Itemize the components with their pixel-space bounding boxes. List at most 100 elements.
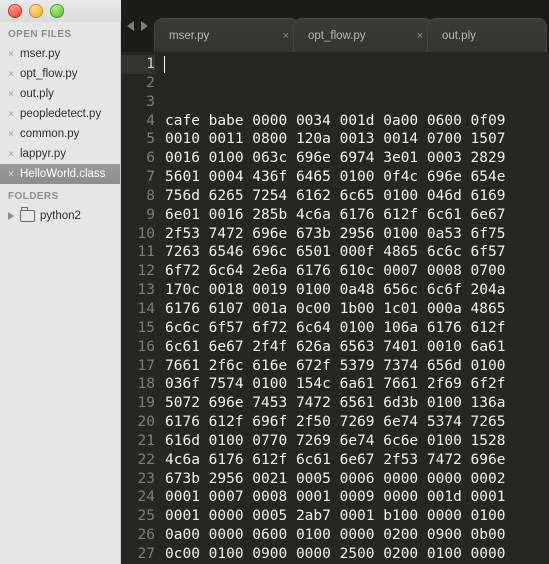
text-caret — [164, 56, 165, 73]
line-number: 6 — [146, 150, 155, 167]
code-line: 0001 0000 0005 2ab7 0001 b100 0000 0100 — [165, 508, 506, 525]
line-number: 24 — [137, 489, 155, 506]
close-icon[interactable]: × — [8, 69, 20, 80]
line-number: 22 — [137, 451, 155, 468]
line-number: 12 — [137, 263, 155, 280]
code-line: 6c6c 6f57 6f72 6c64 0100 106a 6176 612f — [165, 319, 506, 336]
tab-bar: mser.py × opt_flow.py × out.ply — [121, 0, 549, 52]
line-number: 5 — [146, 131, 155, 148]
close-icon[interactable]: × — [417, 30, 423, 42]
line-number: 13 — [137, 282, 155, 299]
code-line: 0001 0007 0008 0001 0009 0000 001d 0001 — [165, 489, 506, 506]
close-icon[interactable]: × — [8, 49, 20, 60]
code-line: 4c6a 6176 612f 6c61 6e67 2f53 7472 696e — [165, 451, 506, 468]
folder-icon — [20, 207, 35, 222]
sidebar: OPEN FILES × mser.py × opt_flow.py × out… — [0, 22, 121, 564]
code-line: 2f53 7472 696e 673b 2956 0100 0a53 6f75 — [165, 225, 506, 242]
line-number: 15 — [137, 319, 155, 336]
sidebar-item-label: common.py — [20, 128, 80, 140]
tab-list: mser.py × opt_flow.py × out.ply — [154, 0, 549, 52]
code-line: 5072 696e 7453 7472 6561 6d3b 0100 136a — [165, 395, 506, 412]
sidebar-item-label: lappyr.py — [20, 148, 67, 160]
code-line: 7263 6546 696c 6501 000f 4865 6c6c 6f57 — [165, 244, 506, 261]
close-icon[interactable]: × — [8, 149, 20, 160]
line-number: 25 — [137, 508, 155, 525]
tab-nav-arrows — [121, 0, 154, 52]
code-line: 616d 0100 0770 7269 6e74 6c6e 0100 1528 — [165, 432, 506, 449]
editor-panel: mser.py × opt_flow.py × out.ply 12345678… — [121, 0, 549, 564]
chevron-right-icon[interactable] — [8, 212, 14, 220]
maximize-window-icon[interactable] — [50, 4, 64, 18]
line-number: 8 — [146, 187, 155, 204]
sidebar-item-label: peopledetect.py — [20, 108, 102, 120]
tab-opt-flow-py[interactable]: opt_flow.py × — [293, 18, 433, 52]
arrow-right-icon[interactable] — [141, 21, 148, 31]
line-number: 9 — [146, 206, 155, 223]
code-line: 036f 7574 0100 154c 6a61 7661 2f69 6f2f — [165, 376, 506, 393]
code-line: cafe babe 0000 0034 001d 0a00 0600 0f09 — [165, 112, 506, 129]
close-icon[interactable]: × — [283, 30, 289, 42]
code-line: 6e01 0016 285b 4c6a 6176 612f 6c61 6e67 — [165, 206, 506, 223]
folder-item-python2[interactable]: python2 — [0, 206, 120, 226]
line-number: 11 — [137, 244, 155, 261]
folder-item-label: python2 — [40, 210, 81, 222]
line-number: 26 — [137, 527, 155, 544]
code-line: 0a00 0000 0600 0100 0000 0200 0900 0b00 — [165, 527, 506, 544]
code-line: 7661 2f6c 616e 672f 5379 7374 656d 0100 — [165, 357, 506, 374]
sidebar-item-label: mser.py — [20, 48, 61, 60]
sidebar-item-label: out.ply — [20, 88, 54, 100]
code-line: 5601 0004 436f 6465 0100 0f4c 696e 654e — [165, 169, 506, 186]
arrow-left-icon[interactable] — [127, 21, 134, 31]
line-number: 3 — [146, 93, 155, 110]
line-number: 14 — [137, 300, 155, 317]
code-area[interactable]: 1 2 3 4 5 6 7 8 9 10 11 12 13 14 15 16 17 18 19 20 21 22 23 24 2… — [121, 52, 549, 564]
titlebar — [0, 0, 121, 22]
line-number: 23 — [137, 470, 155, 487]
close-window-icon[interactable] — [8, 4, 22, 18]
close-icon[interactable]: × — [8, 129, 20, 140]
sidebar-item-peopledetect-py[interactable]: × peopledetect.py — [0, 104, 120, 124]
tab-out-ply[interactable]: out.ply — [427, 18, 547, 52]
line-number: 18 — [137, 376, 155, 393]
sidebar-item-lappyr-py[interactable]: × lappyr.py — [0, 144, 120, 164]
sidebar-item-common-py[interactable]: × common.py — [0, 124, 120, 144]
sidebar-item-label: opt_flow.py — [20, 68, 78, 80]
code-line: 0010 0011 0800 120a 0013 0014 0700 1507 — [165, 131, 506, 148]
line-number: 7 — [146, 169, 155, 186]
sidebar-item-opt-flow-py[interactable]: × opt_flow.py — [0, 64, 120, 84]
sidebar-item-out-ply[interactable]: × out.ply — [0, 84, 120, 104]
line-number: 17 — [137, 357, 155, 374]
tab-label: opt_flow.py — [308, 29, 366, 42]
line-number: 21 — [137, 432, 155, 449]
code-line: 6f72 6c64 2e6a 6176 610c 0007 0008 0700 — [165, 263, 506, 280]
sidebar-item-label: HelloWorld.class — [20, 168, 106, 180]
line-number: 16 — [137, 338, 155, 355]
line-number: 4 — [146, 112, 155, 129]
code-line: 6176 612f 696f 2f50 7269 6e74 5374 7265 — [165, 414, 506, 431]
line-number-gutter: 1 2 3 4 5 6 7 8 9 10 11 12 13 14 15 16 17 18 19 20 21 22 23 24 2… — [121, 52, 162, 564]
close-icon[interactable]: × — [8, 109, 20, 120]
code-line: 756d 6265 7254 6162 6c65 0100 046d 6169 — [165, 187, 506, 204]
line-number: 2 — [146, 74, 155, 91]
code-line: 0c00 0100 0900 0000 2500 0200 0100 0000 — [165, 545, 506, 562]
code-line: 0016 0100 063c 696e 6974 3e01 0003 2829 — [165, 150, 506, 167]
folders-header: FOLDERS — [8, 191, 59, 202]
close-icon[interactable]: × — [8, 169, 20, 180]
tab-label: mser.py — [169, 29, 210, 42]
line-number: 19 — [137, 395, 155, 412]
close-icon[interactable]: × — [8, 89, 20, 100]
line-number: 10 — [137, 225, 155, 242]
code-line: 170c 0018 0019 0100 0a48 656c 6c6f 204a — [165, 282, 506, 299]
tab-mser-py[interactable]: mser.py × — [154, 18, 299, 52]
minimize-window-icon[interactable] — [29, 4, 43, 18]
tab-label: out.ply — [442, 29, 476, 42]
code-content[interactable]: cafe babe 0000 0034 001d 0a00 0600 0f09 0… — [162, 52, 549, 564]
open-files-header: OPEN FILES — [8, 29, 72, 40]
line-number: 1 — [121, 55, 155, 74]
app-window: OPEN FILES × mser.py × opt_flow.py × out… — [0, 0, 549, 564]
sidebar-item-mser-py[interactable]: × mser.py — [0, 44, 120, 64]
line-number: 27 — [137, 545, 155, 562]
line-number: 20 — [137, 414, 155, 431]
sidebar-item-helloworld-class[interactable]: × HelloWorld.class — [0, 164, 120, 184]
code-line: 673b 2956 0021 0005 0006 0000 0000 0002 — [165, 470, 506, 487]
